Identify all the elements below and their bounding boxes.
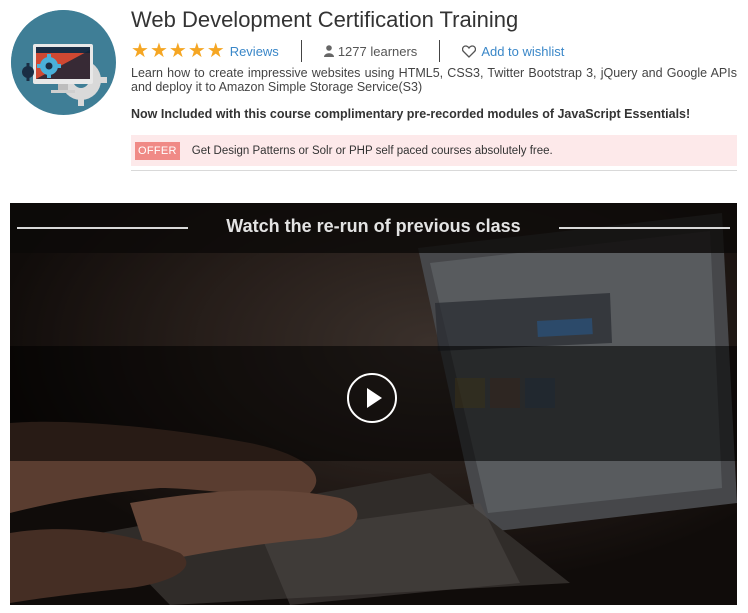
star-icon: ★ <box>149 40 168 62</box>
wishlist-label: Add to wishlist <box>481 43 565 59</box>
course-header: Web Development Certification Training ★… <box>131 6 737 166</box>
video-player[interactable]: Watch the re-run of previous class <box>10 203 737 605</box>
included-note: Now Included with this course compliment… <box>131 107 691 121</box>
course-meta-row: ★ ★ ★ ★ ★ Reviews 1277 learners Add to w… <box>131 38 737 64</box>
star-icon: ★ <box>131 40 149 62</box>
course-description: Learn how to create impressive websites … <box>131 66 737 94</box>
heart-icon <box>462 44 477 58</box>
title-rule-right <box>559 227 730 229</box>
header-divider <box>131 170 737 171</box>
play-icon <box>367 388 382 408</box>
user-icon <box>323 45 334 57</box>
course-title: Web Development Certification Training <box>131 7 519 32</box>
star-icon: ★ <box>187 40 206 62</box>
offer-text: Get Design Patterns or Solr or PHP self … <box>191 144 553 157</box>
offer-banner: OFFER Get Design Patterns or Solr or PHP… <box>131 135 737 166</box>
star-icon: ★ <box>206 40 225 62</box>
learners-count: 1277 learners <box>323 43 418 59</box>
star-icon: ★ <box>168 40 187 62</box>
meta-divider <box>439 40 441 62</box>
add-to-wishlist-button[interactable]: Add to wishlist <box>462 44 564 59</box>
reviews-link[interactable]: Reviews <box>230 44 279 59</box>
course-logo-icon <box>11 10 116 115</box>
offer-badge: OFFER <box>135 141 180 160</box>
meta-divider <box>300 40 302 62</box>
learners-label: 1277 learners <box>337 43 418 59</box>
play-button[interactable] <box>347 373 397 423</box>
video-title-bar: Watch the re-run of previous class <box>10 203 737 253</box>
rating-stars: ★ ★ ★ ★ ★ <box>131 41 225 61</box>
